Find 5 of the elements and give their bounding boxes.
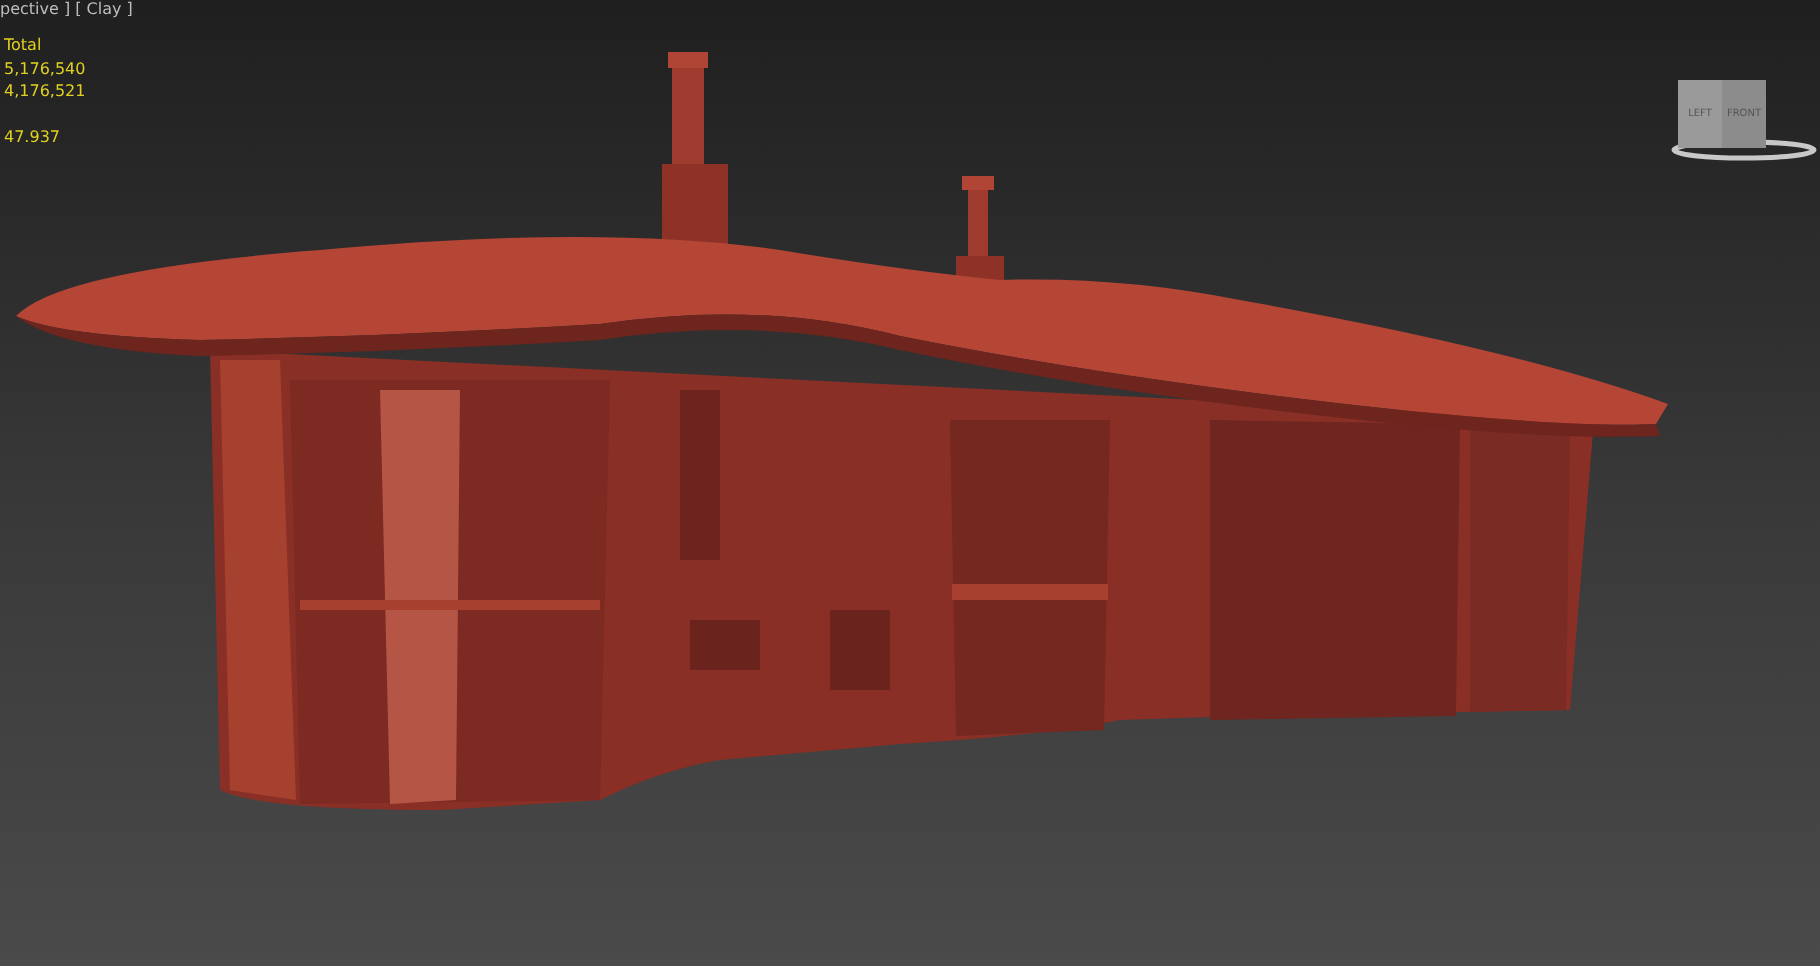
stats-value: 5,176,540 xyxy=(4,57,86,80)
frame-rate: 47.937 xyxy=(4,125,62,148)
viewport-label[interactable]: pective ] [ Clay ] xyxy=(0,0,133,18)
stats-heading: Total xyxy=(4,34,44,57)
stats-value: 4,176,521 xyxy=(4,80,86,103)
